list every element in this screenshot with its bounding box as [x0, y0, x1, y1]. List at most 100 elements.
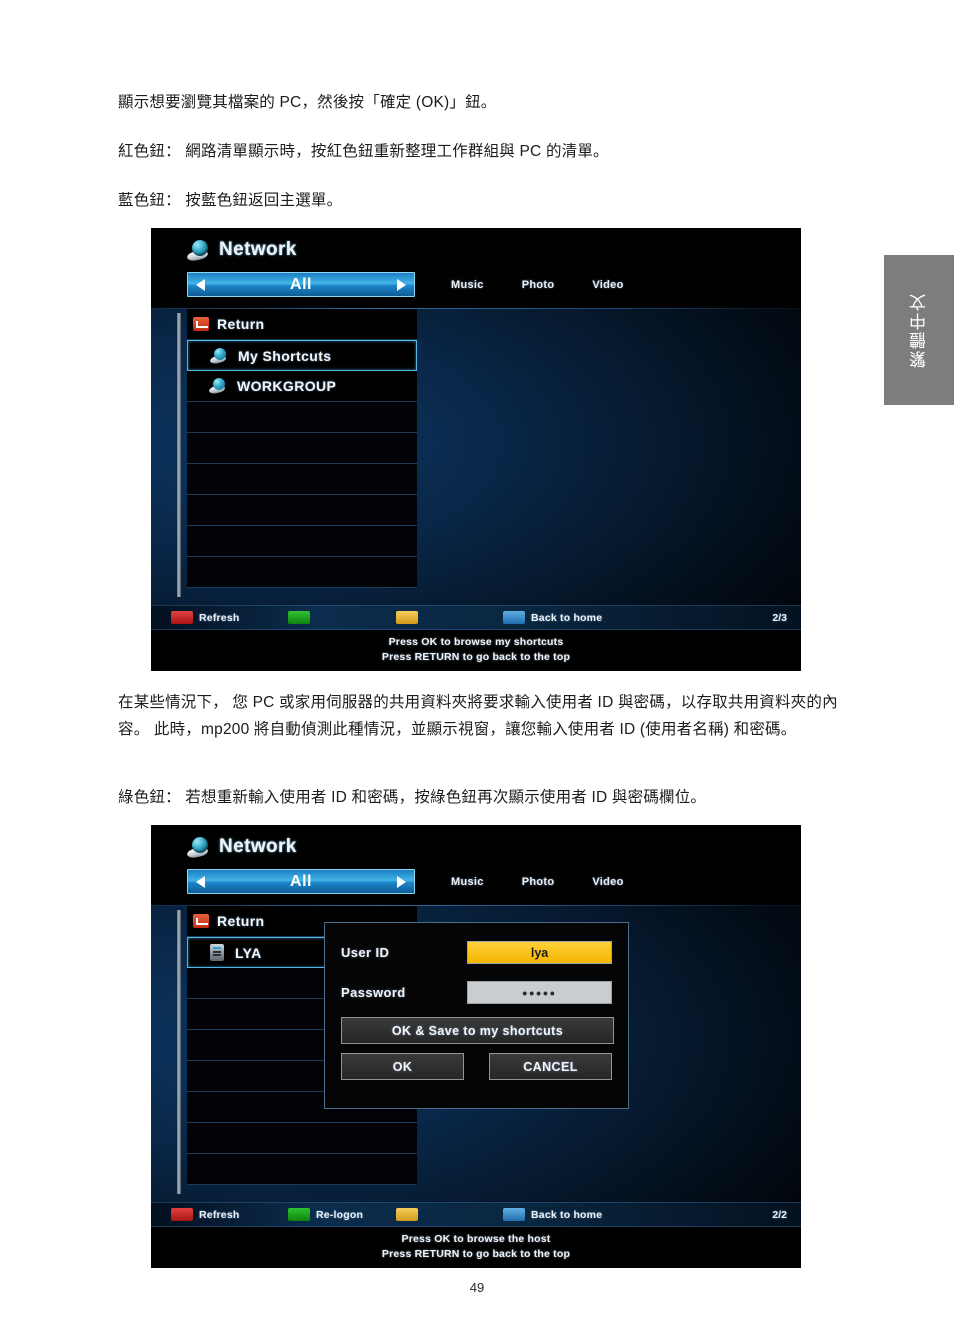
return-icon — [193, 317, 209, 331]
color-key-label: Back to home — [531, 1208, 603, 1221]
color-key-label: Refresh — [199, 1208, 240, 1221]
category-selector-value-1: All — [290, 275, 312, 293]
paragraph-green-button: 綠色鈕： 若想重新輸入使用者 ID 和密碼，按綠色鈕再次顯示使用者 ID 與密碼… — [118, 789, 707, 806]
network-list-1: Return My Shortcuts WORKGROUP — [187, 309, 417, 588]
list-item-my-shortcuts[interactable]: My Shortcuts — [187, 340, 417, 371]
blue-swatch-icon — [503, 611, 525, 624]
hint-line-1: Press OK to browse the host — [401, 1233, 551, 1245]
tv-header-1: Network All Music Photo Video — [151, 228, 801, 309]
user-id-input[interactable]: lya — [467, 941, 612, 964]
password-row: Password ••••• — [341, 977, 612, 1008]
tab-music-2[interactable]: Music — [451, 876, 484, 888]
category-selector-value-2: All — [290, 872, 312, 890]
list-item-empty — [187, 557, 417, 588]
page-indicator-1: 2/3 — [772, 612, 787, 624]
tv-title-group-2: Network — [186, 836, 297, 859]
pc-tower-icon — [210, 944, 224, 961]
list-item-empty — [187, 526, 417, 557]
blue-swatch-icon — [503, 1208, 525, 1221]
screenshot-network-list: Network All Music Photo Video Return My … — [151, 228, 801, 671]
list-item-empty — [187, 464, 417, 495]
language-tab-label: 繁體中文 — [909, 292, 929, 368]
left-arrow-icon[interactable] — [196, 875, 205, 888]
tab-video-2[interactable]: Video — [592, 876, 623, 888]
yellow-swatch-icon — [396, 1208, 418, 1221]
color-key-label: Re-logon — [316, 1208, 364, 1221]
category-selector-2[interactable]: All — [187, 869, 415, 894]
tab-photo-2[interactable]: Photo — [522, 876, 555, 888]
list-item-label: Return — [217, 316, 265, 332]
paragraph-blue-button: 藍色鈕： 按藍色鈕返回主選單。 — [118, 192, 343, 209]
user-id-row: User ID lya — [341, 937, 612, 968]
globe-icon — [209, 347, 229, 365]
ok-button[interactable]: OK — [341, 1053, 464, 1080]
page-number: 49 — [469, 1280, 485, 1295]
list-item-label: WORKGROUP — [237, 378, 337, 394]
hint-line-2: Press RETURN to go back to the top — [381, 650, 571, 663]
color-key-bar-2: Refresh Re-logon Back to home 2/2 — [151, 1202, 801, 1227]
color-key-red-1[interactable]: Refresh — [171, 611, 240, 624]
hint-area-1: Press OK to browse my shortcuts Press RE… — [151, 630, 801, 670]
tv-tabbar-2: All Music Photo Video — [187, 869, 624, 894]
list-scrollbar-1[interactable] — [177, 313, 181, 597]
list-item-empty — [187, 495, 417, 526]
language-tab: 繁體中文 — [884, 255, 954, 405]
paragraph-login-required: 在某些情況下， 您 PC 或家用伺服器的共用資料夾將要求輸入使用者 ID 與密碼… — [118, 694, 838, 738]
screenshot-login-dialog: Network All Music Photo Video Return LYA — [151, 825, 801, 1268]
color-key-green-1[interactable] — [288, 611, 316, 624]
list-item-empty — [187, 433, 417, 464]
password-label: Password — [341, 985, 406, 1000]
color-key-red-2[interactable]: Refresh — [171, 1208, 240, 1221]
password-input[interactable]: ••••• — [467, 981, 612, 1004]
color-key-label: Back to home — [531, 611, 603, 624]
page-indicator-2: 2/2 — [772, 1209, 787, 1221]
paragraph-browse-pc: 顯示想要瀏覽其檔案的 PC，然後按「確定 (OK)」鈕。 — [118, 94, 497, 111]
tv-body-1: Return My Shortcuts WORKGROUP — [151, 309, 801, 605]
left-arrow-icon[interactable] — [196, 278, 205, 291]
color-key-yellow-1[interactable] — [396, 611, 424, 624]
color-key-green-2[interactable]: Re-logon — [288, 1208, 363, 1221]
hint-line-2: Press RETURN to go back to the top — [381, 1247, 571, 1260]
list-item-workgroup[interactable]: WORKGROUP — [187, 371, 417, 402]
tv-title-1: Network — [219, 239, 297, 260]
tv-header-2: Network All Music Photo Video — [151, 825, 801, 906]
paragraph-red-button: 紅色鈕： 網路清單顯示時，按紅色鈕重新整理工作群組與 PC 的清單。 — [118, 143, 609, 160]
list-item-return-1[interactable]: Return — [187, 309, 417, 340]
color-key-blue-2[interactable]: Back to home — [503, 1208, 602, 1221]
user-id-label: User ID — [341, 945, 390, 960]
right-arrow-icon[interactable] — [397, 278, 406, 291]
yellow-swatch-icon — [396, 611, 418, 624]
right-arrow-icon[interactable] — [397, 875, 406, 888]
tab-video-1[interactable]: Video — [592, 279, 623, 291]
login-dialog: User ID lya Password ••••• OK & Save to … — [324, 922, 629, 1109]
tv-title-group-1: Network — [186, 239, 297, 262]
tab-photo-1[interactable]: Photo — [522, 279, 555, 291]
list-item-label: My Shortcuts — [238, 347, 332, 364]
dialog-button-row: OK CANCEL — [341, 1053, 612, 1080]
category-selector-1[interactable]: All — [187, 272, 415, 297]
green-swatch-icon — [288, 611, 310, 624]
list-item-empty — [187, 1154, 417, 1185]
list-item-label: LYA — [235, 944, 262, 961]
hint-area-2: Press OK to browse the host Press RETURN… — [151, 1227, 801, 1267]
list-item-empty — [187, 1123, 417, 1154]
tv-tabbar-1: All Music Photo Video — [187, 272, 624, 297]
cancel-button[interactable]: CANCEL — [489, 1053, 612, 1080]
green-swatch-icon — [288, 1208, 310, 1221]
color-key-label: Refresh — [199, 611, 240, 624]
tab-music-1[interactable]: Music — [451, 279, 484, 291]
red-swatch-icon — [171, 611, 193, 624]
color-key-yellow-2[interactable] — [396, 1208, 424, 1221]
list-item-empty — [187, 402, 417, 433]
globe-icon — [208, 378, 228, 395]
hint-line-1: Press OK to browse my shortcuts — [388, 636, 564, 648]
list-scrollbar-2[interactable] — [177, 910, 181, 1194]
network-globe-icon — [186, 836, 212, 859]
network-globe-icon — [186, 239, 212, 262]
color-key-bar-1: Refresh Back to home 2/3 — [151, 605, 801, 630]
list-item-label: Return — [217, 913, 265, 929]
return-icon — [193, 914, 209, 928]
ok-save-shortcuts-button[interactable]: OK & Save to my shortcuts — [341, 1017, 614, 1044]
color-key-blue-1[interactable]: Back to home — [503, 611, 602, 624]
tv-body-2: Return LYA User ID lya Password ••••• OK… — [151, 906, 801, 1202]
